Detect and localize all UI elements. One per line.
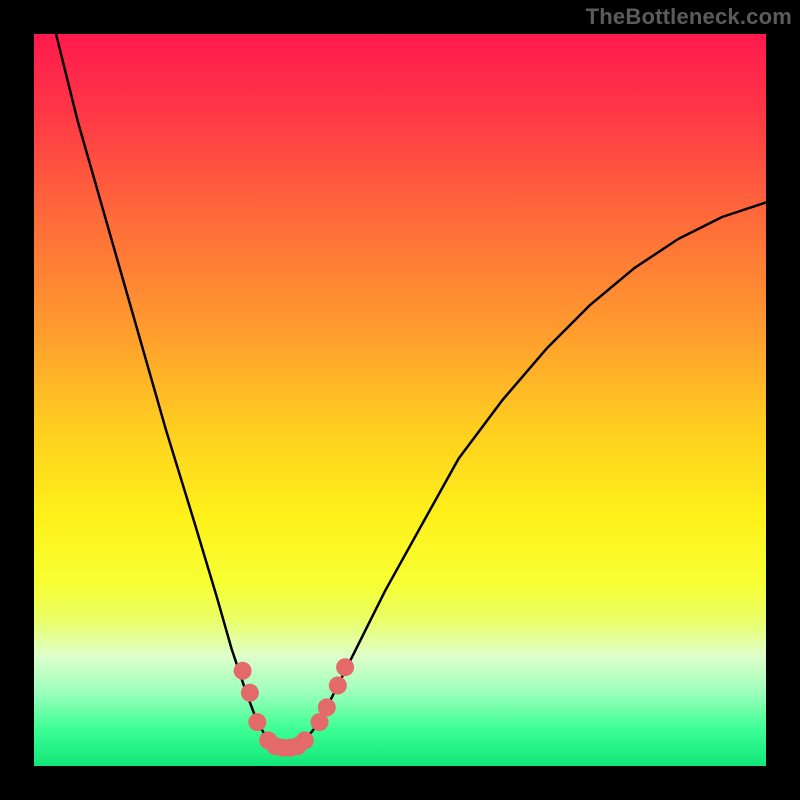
chart-plot-area (34, 34, 766, 766)
highlight-point (248, 713, 266, 731)
highlight-point (234, 662, 252, 680)
highlight-point (318, 698, 336, 716)
watermark-text: TheBottleneck.com (586, 4, 792, 30)
highlight-point (296, 731, 314, 749)
highlight-point (336, 658, 354, 676)
chart-frame: TheBottleneck.com (0, 0, 800, 800)
gradient-background (34, 34, 766, 766)
highlight-point (241, 684, 259, 702)
bottleneck-chart (34, 34, 766, 766)
highlight-point (329, 677, 347, 695)
